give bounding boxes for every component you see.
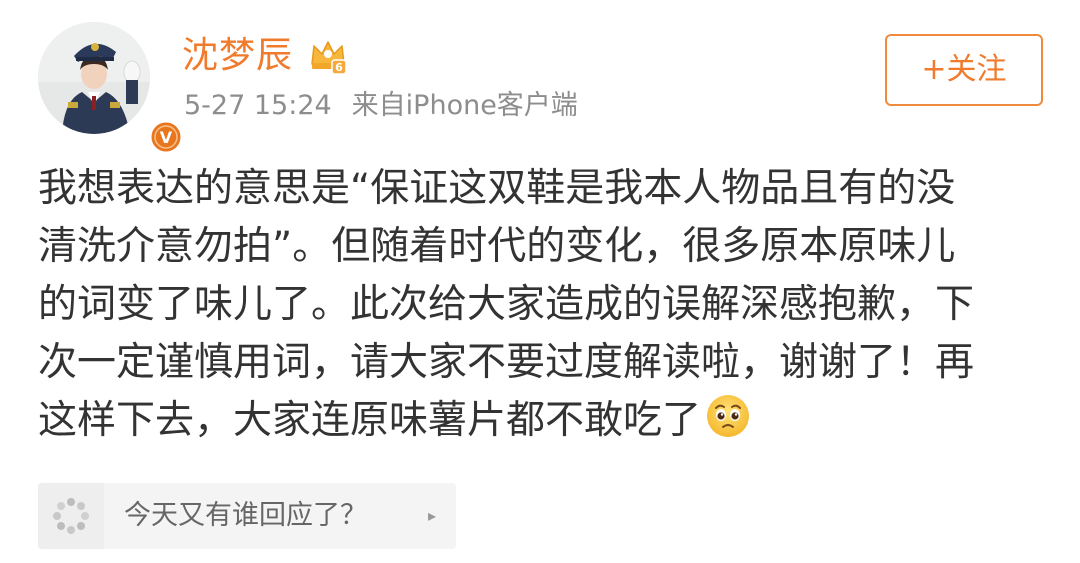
post-meta: 5-27 15:24 来自iPhone客户端: [184, 86, 578, 126]
post-text-line: 这样下去，大家连原味薯片都不敢吃了: [38, 398, 702, 443]
reply-icon-area: [38, 483, 104, 549]
vip-crown-icon[interactable]: 6: [308, 36, 348, 76]
post-time: 5-27 15:24: [184, 90, 332, 121]
post-text-line: 我想表达的意思是“保证这双鞋是我本人物品且有的没: [38, 166, 956, 211]
post-text-line: 的词变了味儿了。此次给大家造成的误解深感抱歉，下: [38, 282, 975, 327]
vip-level: 6: [335, 61, 343, 74]
verified-badge-letter: V: [160, 128, 173, 147]
post-text-line: 清洗介意勿拍”。但随着时代的变化，很多原本原味儿: [38, 224, 956, 269]
reply-prompt[interactable]: 今天又有谁回应了？ ▸: [38, 483, 456, 549]
reply-prompt-text: 今天又有谁回应了？: [124, 500, 367, 531]
post-text-line: 次一定谨慎用词，请大家不要过度解读啦，谢谢了！再: [38, 340, 975, 385]
verified-badge: V: [148, 119, 184, 155]
pleading-face-icon: [705, 393, 751, 439]
follow-button[interactable]: +关注: [885, 34, 1043, 106]
author-name[interactable]: 沈梦辰: [182, 34, 293, 78]
loading-dots-icon: [53, 498, 89, 534]
avatar-photo: [38, 22, 150, 134]
post-text-last-line: 这样下去，大家连原味薯片都不敢吃了: [38, 392, 1048, 450]
avatar[interactable]: V: [38, 22, 184, 155]
chevron-right-icon: ▸: [428, 506, 437, 525]
post-source: 来自iPhone客户端: [351, 90, 578, 121]
post-body: 我想表达的意思是“保证这双鞋是我本人物品且有的没 清洗介意勿拍”。但随着时代的变…: [38, 160, 1048, 450]
